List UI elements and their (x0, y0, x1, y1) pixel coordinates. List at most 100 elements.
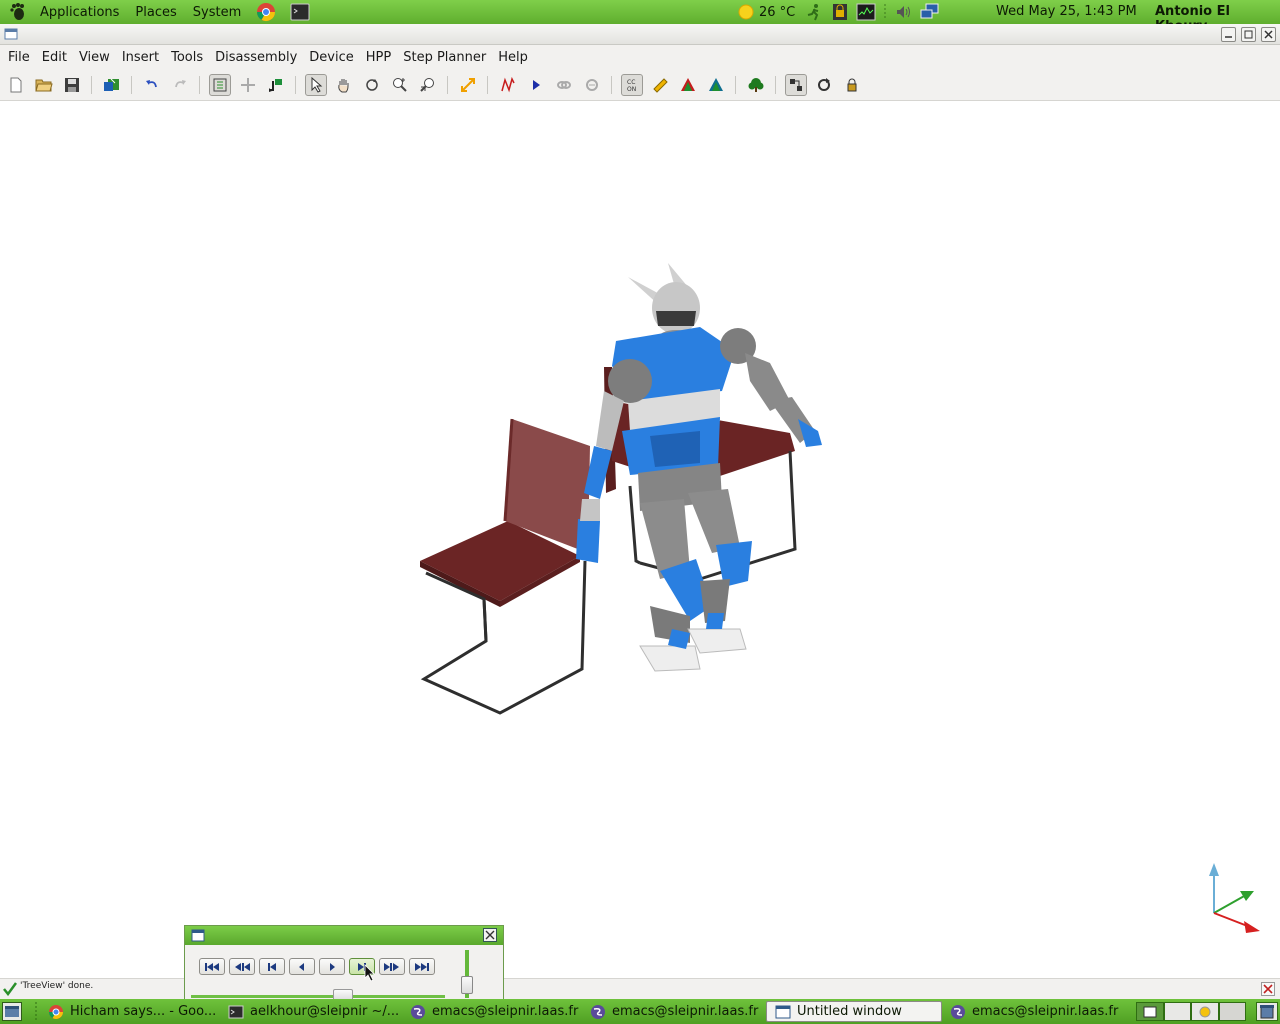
pan-button[interactable] (333, 74, 355, 96)
speed-slider-handle[interactable] (461, 976, 473, 994)
planner-red-button[interactable] (677, 74, 699, 96)
new-icon (10, 77, 22, 93)
zoom-fit-button[interactable] (417, 74, 439, 96)
rotate-button[interactable] (361, 74, 383, 96)
task-chrome[interactable]: Hicham says... - Goo... (48, 1001, 220, 1022)
maximize-button[interactable] (1241, 27, 1256, 42)
chrome-launcher-icon[interactable] (255, 3, 277, 22)
network-icon[interactable] (920, 3, 940, 21)
path-icon (501, 77, 515, 93)
open-button[interactable] (33, 74, 55, 96)
select-button[interactable] (305, 74, 327, 96)
toolbar-separator (775, 76, 776, 94)
play-forward-button[interactable] (319, 958, 345, 975)
collision-button[interactable]: CC ON (621, 74, 643, 96)
step-back-fast-button[interactable] (229, 958, 255, 975)
link-button[interactable] (553, 74, 575, 96)
top-panel: Applications Places System 26 °C Wed May… (0, 0, 1280, 34)
task-emacs-2[interactable]: emacs@sleipnir.laas.fr (590, 1001, 760, 1022)
player-close-button[interactable] (483, 928, 497, 942)
planner-teal-button[interactable] (705, 74, 727, 96)
scene-render (420, 263, 1260, 933)
menu-disassembly[interactable]: Disassembly (209, 50, 303, 65)
save-button[interactable] (61, 74, 83, 96)
status-message: 'TreeView' done. (20, 981, 94, 991)
clock[interactable]: Wed May 25, 1:43 PM (996, 4, 1137, 19)
transfer-button[interactable] (265, 74, 287, 96)
player-window[interactable] (184, 925, 504, 1005)
refresh-button[interactable] (813, 74, 835, 96)
new-button[interactable] (5, 74, 27, 96)
3d-viewport[interactable] (0, 101, 1280, 978)
refresh-icon (818, 78, 830, 91)
lock-screen-icon[interactable] (830, 3, 850, 21)
tree-button[interactable] (745, 74, 767, 96)
show-desktop-button[interactable] (2, 1002, 22, 1021)
collision-icon: CCON (627, 79, 636, 93)
svg-text:ON: ON (627, 86, 636, 93)
ruler-button[interactable] (649, 74, 671, 96)
timeline-slider-track[interactable] (191, 995, 445, 998)
path-button[interactable] (497, 74, 519, 96)
workspace-2[interactable] (1163, 1002, 1191, 1021)
prev-keyframe-button[interactable] (259, 958, 285, 975)
window-menu-icon[interactable] (4, 27, 18, 41)
menu-device[interactable]: Device (303, 50, 359, 65)
last-frame-button[interactable] (409, 958, 435, 975)
play-backward-button[interactable] (289, 958, 315, 975)
minimize-button[interactable] (1221, 27, 1236, 42)
map-button[interactable] (785, 74, 807, 96)
arrow-button[interactable] (457, 74, 479, 96)
window-titlebar[interactable] (0, 24, 1280, 45)
workspace-switcher[interactable] (1136, 1002, 1246, 1021)
undo-button[interactable] (141, 74, 163, 96)
workspace-1[interactable] (1136, 1002, 1164, 1021)
menu-hpp[interactable]: HPP (360, 50, 397, 65)
tree-view-button[interactable] (209, 74, 231, 96)
toolbar-separator (295, 76, 296, 94)
import-icon (104, 78, 119, 91)
lock-button[interactable] (841, 74, 863, 96)
workspace-3[interactable] (1191, 1002, 1219, 1021)
step-forward-fast-button[interactable] (379, 958, 405, 975)
first-frame-button[interactable] (199, 958, 225, 975)
undo-icon (146, 80, 157, 88)
player-titlebar[interactable] (185, 926, 503, 945)
zoom-button[interactable] (389, 74, 411, 96)
terminal-launcher-icon[interactable] (289, 3, 311, 21)
menu-insert[interactable]: Insert (116, 50, 165, 65)
close-button[interactable] (1261, 27, 1276, 42)
task-untitled-window[interactable]: Untitled window (766, 1001, 942, 1022)
volume-icon[interactable] (894, 3, 914, 21)
system-menu[interactable]: System (185, 5, 249, 20)
applications-menu[interactable]: Applications (32, 5, 127, 20)
task-terminal[interactable]: aelkhour@sleipnir ~/... (228, 1001, 398, 1022)
menu-view[interactable]: View (73, 50, 116, 65)
task-label: emacs@sleipnir.laas.fr (972, 1004, 1119, 1019)
workspace-app-icon (1199, 1006, 1211, 1017)
maximize-icon (1244, 30, 1253, 39)
task-emacs-1[interactable]: emacs@sleipnir.laas.fr (410, 1001, 580, 1022)
workspace-4[interactable] (1218, 1002, 1246, 1021)
redo-button[interactable] (169, 74, 191, 96)
system-monitor-icon[interactable] (856, 3, 876, 21)
play-path-button[interactable] (525, 74, 547, 96)
import-button[interactable] (101, 74, 123, 96)
task-emacs-3[interactable]: emacs@sleipnir.laas.fr (950, 1001, 1120, 1022)
move-button[interactable] (237, 74, 259, 96)
status-close-button[interactable] (1261, 982, 1275, 996)
toolbar-separator (611, 76, 612, 94)
gnome-foot-icon[interactable] (8, 2, 28, 22)
open-icon (35, 79, 53, 92)
link-2-button[interactable] (581, 74, 603, 96)
menu-file[interactable]: File (2, 50, 36, 65)
menu-help[interactable]: Help (492, 50, 534, 65)
window-menu-icon[interactable] (191, 929, 205, 942)
trash-button[interactable] (1256, 1002, 1278, 1021)
running-man-icon[interactable] (804, 3, 824, 21)
menu-edit[interactable]: Edit (36, 50, 73, 65)
places-menu[interactable]: Places (127, 5, 184, 20)
weather-widget[interactable]: 26 °C (737, 2, 795, 22)
menu-tools[interactable]: Tools (165, 50, 209, 65)
menu-step-planner[interactable]: Step Planner (397, 50, 492, 65)
